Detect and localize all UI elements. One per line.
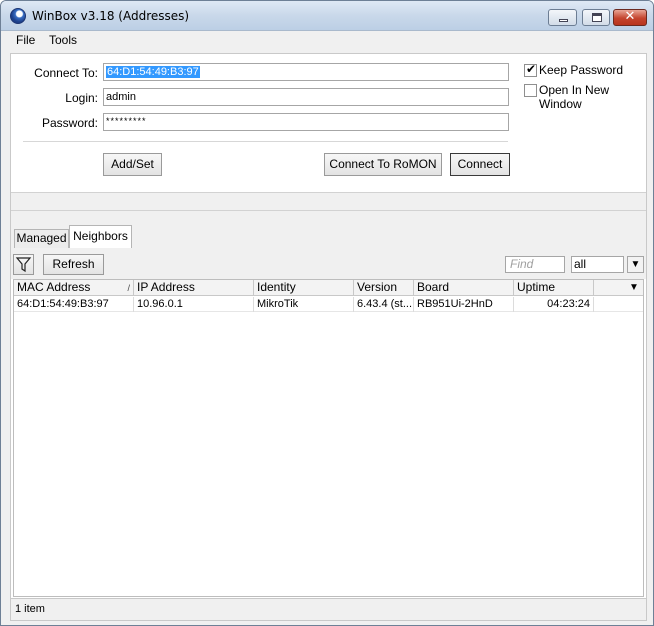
chevron-down-icon: ▼ [630,259,641,270]
cell-ip-address: 10.96.0.1 [134,297,254,312]
connect-button[interactable]: Connect [450,153,510,176]
filter-icon [15,257,32,273]
cell-version: 6.43.4 (st... [354,297,414,312]
menu-file[interactable]: File [16,33,35,47]
neighbors-table: MAC Address / IP Address Identity Versio… [13,279,644,597]
column-ip-address[interactable]: IP Address [134,280,254,296]
main-panel: Connect To: 64:D1:54:49:B3:97 Login: adm… [10,53,647,621]
keep-password-label: Keep Password [539,63,624,77]
add-set-button[interactable]: Add/Set [103,153,162,176]
checkmark-icon: ✔ [526,62,537,76]
menu-bar: File Tools [1,31,653,49]
login-input[interactable]: admin [103,88,509,106]
filter-dropdown-button[interactable]: ▼ [627,256,644,273]
table-row[interactable]: 64:D1:54:49:B3:97 10.96.0.1 MikroTik 6.4… [14,297,643,312]
close-button[interactable]: ✕ [613,9,647,26]
filter-button[interactable] [13,254,34,275]
column-mac-address[interactable]: MAC Address / [14,280,134,296]
cell-uptime: 04:23:24 [514,297,594,312]
column-uptime[interactable]: Uptime [514,280,594,296]
tab-managed[interactable]: Managed [14,229,69,248]
cell-board: RB951Ui-2HnD [414,297,514,312]
winbox-window: WinBox v3.18 (Addresses) ✕ File Tools Co… [0,0,654,626]
neighbors-toolbar: Refresh Find all ▼ [11,251,646,279]
table-header: MAC Address / IP Address Identity Versio… [14,280,643,296]
cell-mac-address: 64:D1:54:49:B3:97 [14,297,134,312]
login-label: Login: [65,91,98,105]
open-new-window-label: Open In New Window [539,83,610,111]
chevron-down-icon: ▼ [629,282,639,293]
title-bar[interactable]: WinBox v3.18 (Addresses) ✕ [1,1,653,31]
connect-to-label: Connect To: [34,66,98,80]
password-label: Password: [41,116,98,130]
column-version[interactable]: Version [354,280,414,296]
open-new-window-checkbox[interactable] [524,84,537,97]
find-input[interactable]: Find [505,256,565,273]
maximize-icon [592,13,602,22]
column-board[interactable]: Board [414,280,514,296]
window-title: WinBox v3.18 (Addresses) [32,9,190,23]
maximize-button[interactable] [582,9,610,26]
password-input[interactable]: ********* [103,113,509,131]
login-value: admin [106,91,136,103]
sort-icon: / [127,283,130,293]
minimize-icon [559,19,568,22]
password-value: ********* [106,116,147,126]
connection-status-bar [11,192,646,211]
winbox-logo-icon [10,8,26,24]
connect-romon-button[interactable]: Connect To RoMON [324,153,442,176]
close-icon: ✕ [624,9,636,24]
menu-tools[interactable]: Tools [49,33,77,47]
cell-identity: MikroTik [254,297,354,312]
column-identity[interactable]: Identity [254,280,354,296]
filter-select[interactable]: all [571,256,624,273]
connect-to-input[interactable]: 64:D1:54:49:B3:97 [103,63,509,81]
minimize-button[interactable] [548,9,577,26]
refresh-button[interactable]: Refresh [43,254,104,275]
connect-to-value: 64:D1:54:49:B3:97 [106,66,200,78]
keep-password-checkbox[interactable]: ✔ [524,62,537,77]
item-count-status: 1 item [11,598,646,620]
column-menu-button[interactable]: ▼ [625,280,643,296]
form-separator [23,141,508,142]
tab-neighbors[interactable]: Neighbors [69,225,132,248]
column-label: MAC Address [17,280,91,294]
tab-strip: Managed Neighbors [11,211,646,251]
